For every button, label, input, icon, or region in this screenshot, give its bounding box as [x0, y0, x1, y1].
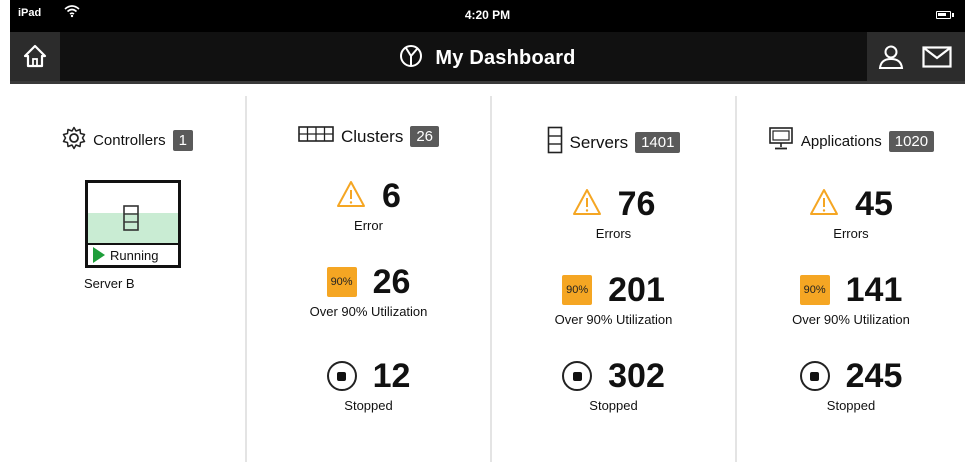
clusters-panel: Clusters 26 6 Error 90% 26 Over 90% Util… [247, 96, 490, 462]
warning-icon [336, 180, 366, 213]
server-name: Server B [84, 276, 135, 291]
servers-panel: Servers 1401 76 Errors 90% 201 Over 90% … [492, 96, 735, 462]
title-group: My Dashboard [10, 32, 965, 84]
applications-stopped-label: Stopped [826, 398, 876, 413]
clusters-errors-metric[interactable]: 6 Error [247, 176, 490, 233]
app-header: My Dashboard [10, 32, 965, 84]
monitor-icon [768, 126, 794, 157]
clusters-header[interactable]: Clusters 26 [247, 126, 490, 147]
server-icon [122, 205, 140, 236]
warning-icon [809, 188, 839, 221]
applications-error-label: Errors [833, 226, 869, 241]
user-icon [878, 44, 904, 75]
clusters-error-label: Error [354, 218, 383, 233]
controllers-count-badge: 1 [172, 130, 193, 151]
clusters-utilization-metric[interactable]: 90% 26 Over 90% Utilization [247, 262, 490, 319]
applications-label: Applications [800, 133, 882, 150]
applications-utilization-count: 141 [845, 271, 903, 309]
servers-stopped-count: 302 [608, 357, 665, 395]
servers-error-count: 76 [617, 185, 656, 223]
server-card[interactable]: Running [85, 180, 181, 268]
servers-error-label: Errors [595, 226, 632, 241]
applications-count-badge: 1020 [888, 131, 935, 152]
battery-icon [936, 11, 954, 19]
mail-icon [922, 45, 952, 73]
server-status: Running [110, 247, 159, 263]
grid-icon [298, 126, 334, 147]
servers-errors-metric[interactable]: 76 Errors [492, 184, 735, 241]
applications-panel: Applications 1020 45 Errors 90% 141 Over… [737, 96, 965, 462]
gear-icon [62, 126, 86, 155]
messages-button[interactable] [919, 44, 955, 74]
stop-icon [799, 361, 830, 391]
controllers-header[interactable]: Controllers 1 [10, 126, 245, 155]
applications-header[interactable]: Applications 1020 [737, 126, 965, 157]
servers-header[interactable]: Servers 1401 [492, 126, 735, 159]
clusters-utilization-label: Over 90% Utilization [309, 304, 428, 319]
home-button[interactable] [10, 32, 60, 84]
clusters-count-badge: 26 [410, 126, 440, 147]
clock: 4:20 PM [464, 8, 511, 22]
servers-stopped-label: Stopped [589, 398, 638, 413]
profile-button[interactable] [875, 44, 907, 74]
clusters-utilization-count: 26 [372, 263, 411, 301]
server-icon [547, 126, 563, 159]
clusters-error-count: 6 [382, 177, 401, 215]
servers-utilization-count: 201 [608, 271, 665, 309]
utilization-badge: 90% [799, 275, 830, 305]
page-title: My Dashboard [435, 46, 576, 69]
clusters-stopped-metric[interactable]: 12 Stopped [247, 356, 490, 413]
utilization-badge: 90% [562, 275, 593, 305]
applications-utilization-label: Over 90% Utilization [792, 312, 910, 327]
clusters-stopped-count: 12 [372, 357, 411, 395]
applications-errors-metric[interactable]: 45 Errors [737, 184, 965, 241]
header-divider [10, 81, 965, 84]
servers-count-badge: 1401 [635, 132, 681, 153]
servers-label: Servers [569, 132, 629, 152]
applications-error-count: 45 [855, 185, 893, 223]
servers-utilization-metric[interactable]: 90% 201 Over 90% Utilization [492, 270, 735, 327]
servers-utilization-label: Over 90% Utilization [554, 312, 673, 327]
stop-icon [562, 361, 593, 391]
utilization-badge: 90% [326, 267, 357, 297]
clusters-stopped-label: Stopped [344, 398, 393, 413]
controllers-label: Controllers [93, 132, 166, 149]
clusters-label: Clusters [340, 126, 404, 146]
ipad-screen: iPad 4:20 PM My Dashboard Controllers 1 … [10, 0, 965, 462]
server-status-row: Running [88, 243, 178, 265]
warning-icon [572, 188, 602, 221]
dashboard-icon [399, 44, 423, 73]
stop-icon [326, 361, 357, 391]
play-icon [93, 247, 105, 263]
controllers-panel: Controllers 1 Running Server B [10, 96, 245, 462]
status-bar: iPad 4:20 PM [10, 0, 965, 32]
applications-stopped-metric[interactable]: 245 Stopped [737, 356, 965, 413]
applications-utilization-metric[interactable]: 90% 141 Over 90% Utilization [737, 270, 965, 327]
servers-stopped-metric[interactable]: 302 Stopped [492, 356, 735, 413]
applications-stopped-count: 245 [845, 357, 903, 395]
home-icon [22, 43, 48, 74]
